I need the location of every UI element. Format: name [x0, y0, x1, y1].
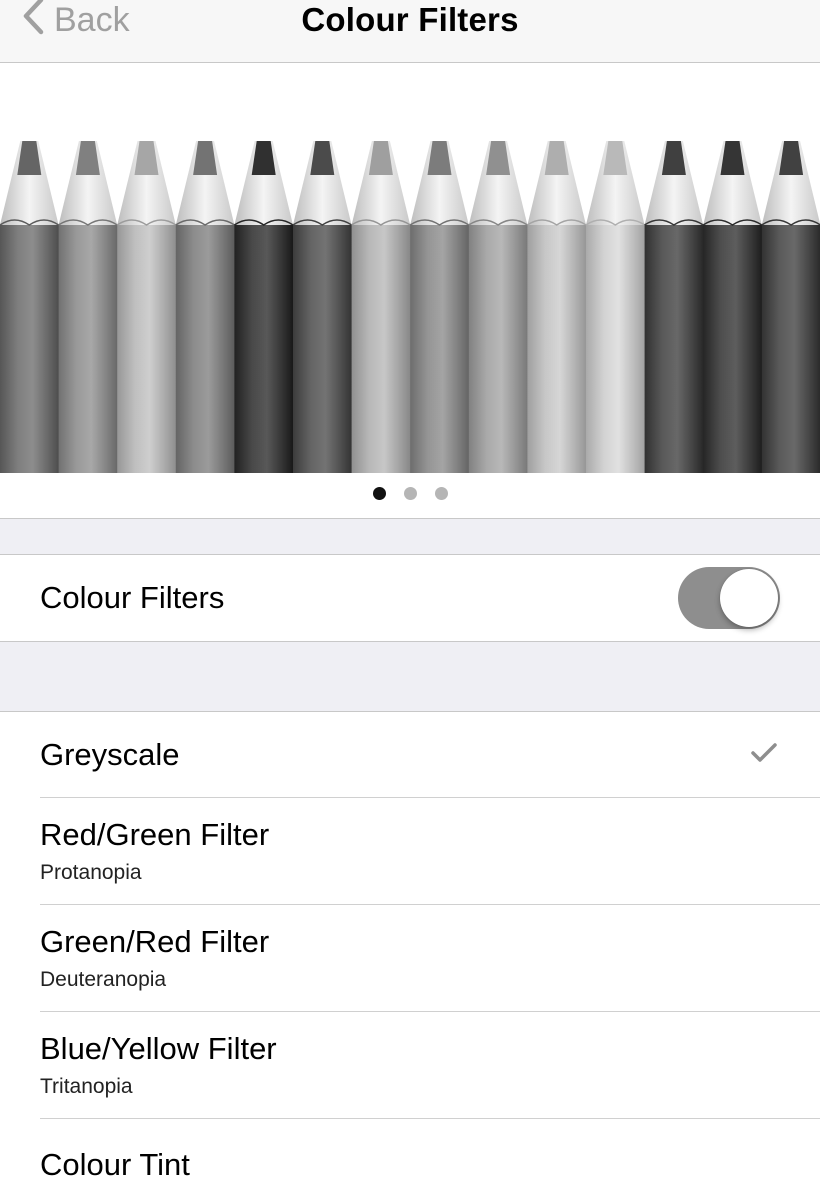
- filter-subtitle: Protanopia: [40, 861, 142, 884]
- filter-subtitle: Deuteranopia: [40, 968, 167, 991]
- pencil: [526, 141, 587, 473]
- pencils-preview-image: [0, 141, 820, 473]
- filter-item-blue-yellow[interactable]: Blue/Yellow Filter Tritanopia: [0, 1012, 820, 1119]
- pencil: [292, 141, 353, 473]
- checkmark-icon: [750, 742, 778, 769]
- filter-title: Colour Tint: [40, 1147, 190, 1182]
- navigation-bar: Back Colour Filters: [0, 0, 820, 63]
- page-dot-3[interactable]: [434, 487, 448, 500]
- colour-filters-screen: Back Colour Filters Colour Filters Greys…: [0, 0, 820, 1200]
- filter-subtitle: Tritanopia: [40, 1075, 133, 1098]
- page-dot-2[interactable]: [403, 487, 417, 500]
- pencil: [233, 141, 294, 473]
- filter-title: Greyscale: [40, 737, 180, 772]
- filter-item-red-green[interactable]: Red/Green Filter Protanopia: [0, 798, 820, 905]
- colour-filters-toggle-row: Colour Filters: [0, 554, 820, 642]
- filter-title: Green/Red Filter: [40, 924, 270, 959]
- switch-knob: [720, 569, 778, 627]
- page-indicator[interactable]: [0, 487, 820, 501]
- pencil: [351, 141, 411, 473]
- pencil: [468, 141, 528, 473]
- page-dot-1[interactable]: [372, 487, 386, 500]
- pencil: [116, 141, 177, 473]
- filter-title: Red/Green Filter: [40, 817, 270, 852]
- pencil: [409, 141, 470, 473]
- filter-item-greyscale[interactable]: Greyscale: [0, 712, 820, 798]
- pencil: [761, 141, 820, 473]
- pencil: [58, 141, 118, 473]
- colour-filters-switch[interactable]: [678, 567, 780, 629]
- pencil: [0, 141, 60, 473]
- filter-preview-carousel[interactable]: [0, 63, 820, 519]
- filter-title: Blue/Yellow Filter: [40, 1031, 277, 1066]
- filter-item-colour-tint[interactable]: Colour Tint: [0, 1119, 820, 1200]
- pencil: [585, 141, 646, 473]
- filter-options-list: Greyscale Red/Green Filter Protanopia Gr…: [0, 711, 820, 1200]
- pencil: [175, 141, 235, 473]
- pencil: [644, 141, 704, 473]
- colour-filters-toggle-label: Colour Filters: [40, 580, 225, 615]
- page-title: Colour Filters: [301, 1, 519, 38]
- filter-item-green-red[interactable]: Green/Red Filter Deuteranopia: [0, 905, 820, 1012]
- pencil: [702, 141, 763, 473]
